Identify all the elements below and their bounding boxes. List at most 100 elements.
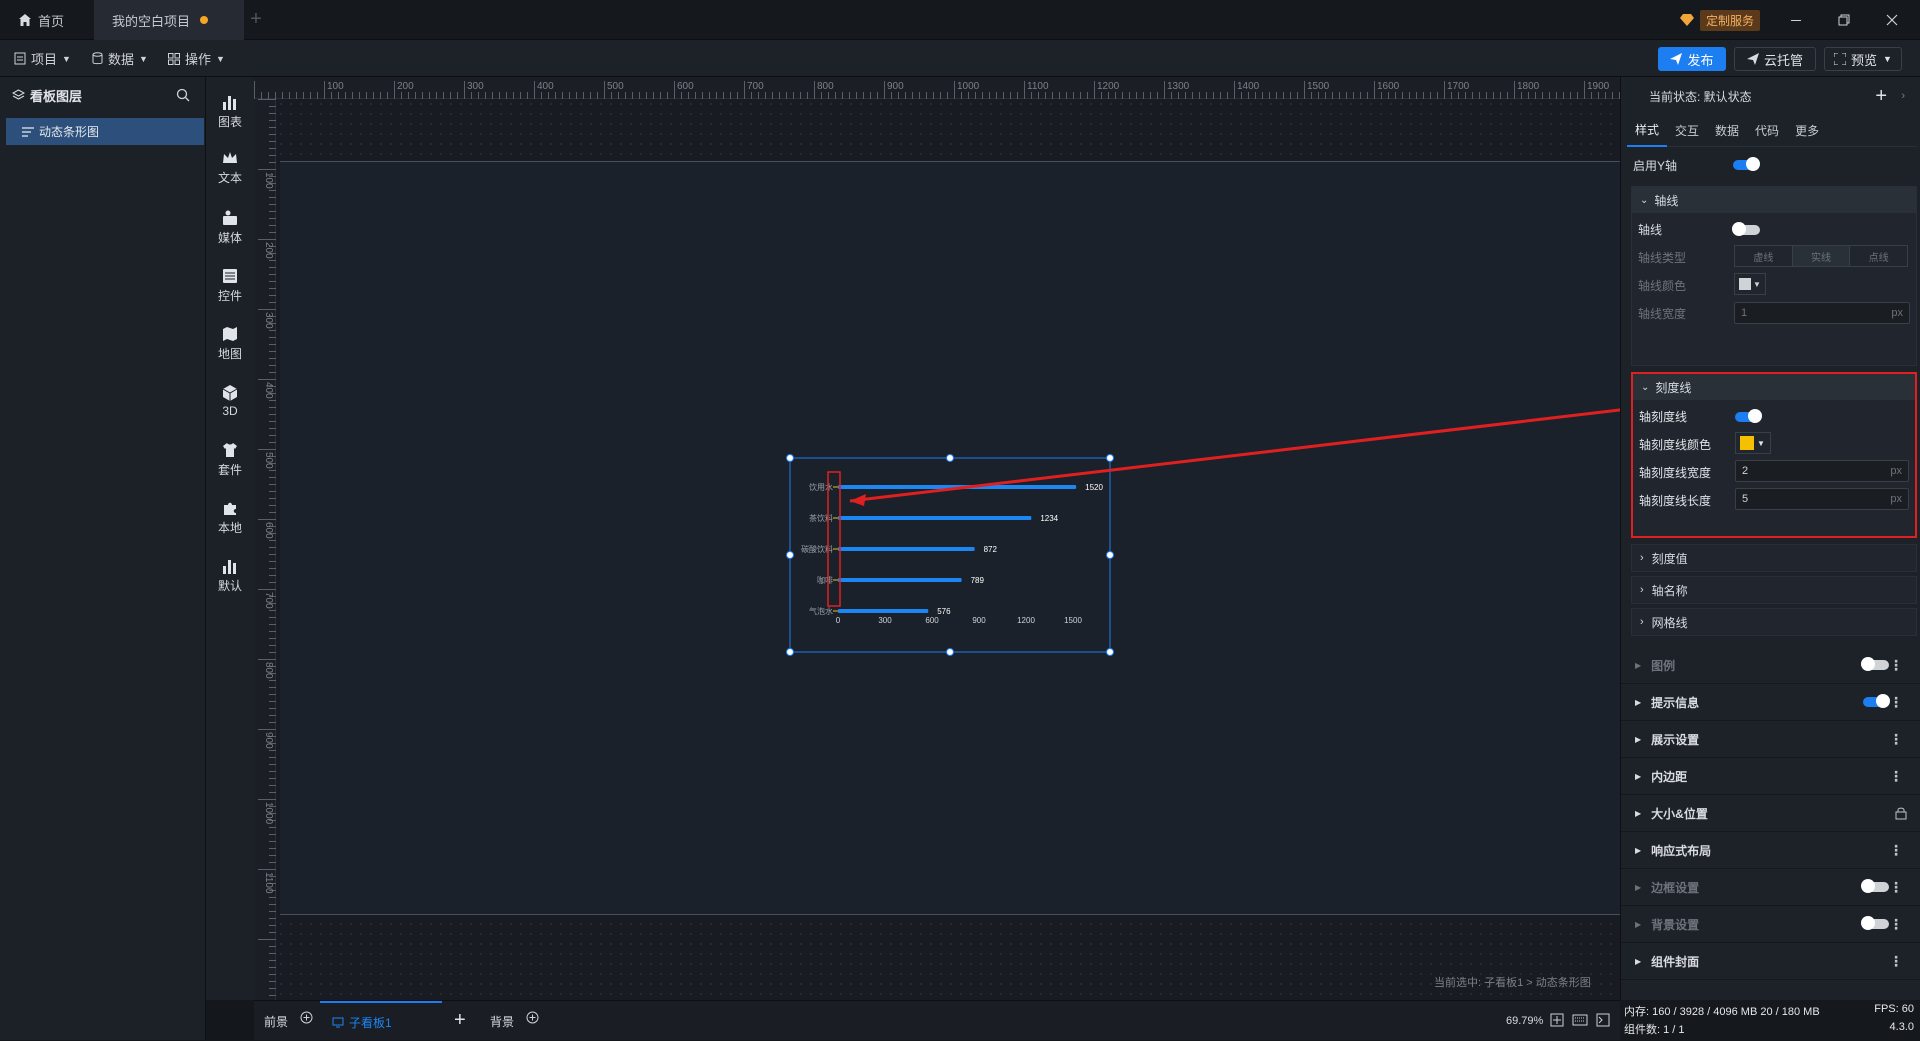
preview-button[interactable]: 预览 ▼ [1824,47,1902,71]
unit-label: px [1890,465,1902,477]
axis-line-toggle[interactable] [1732,222,1760,236]
component-local-label: 本地 [217,520,242,535]
component-media[interactable]: 媒体 [206,199,254,255]
line-type-dotted[interactable]: 点线 [1850,246,1907,266]
more-vertical-icon[interactable]: ⋮ [1889,842,1903,859]
resize-handle[interactable] [946,648,954,656]
resize-handle[interactable] [946,454,954,462]
more-vertical-icon[interactable]: ⋮ [1889,768,1903,785]
section-toggle[interactable] [1861,657,1889,671]
axis-line-color-picker[interactable]: ▼ [1734,273,1766,295]
restore-button[interactable] [1836,12,1852,28]
more-vertical-icon[interactable]: ⋮ [1889,694,1903,711]
terminal-icon[interactable] [1596,1013,1610,1027]
add-state-icon[interactable]: + [1875,85,1887,108]
menu-data[interactable]: 数据 ▼ [92,40,148,77]
add-board-button[interactable]: + [454,1009,466,1032]
line-type-solid[interactable]: 实线 [1792,246,1851,266]
collapsed-group-2[interactable]: › 网格线 [1631,608,1917,636]
component-default[interactable]: 默认 [206,547,254,603]
section-3[interactable]: ▶ 内边距 ⋮ [1621,758,1920,795]
tab-prop-1[interactable]: 交互 [1667,115,1707,147]
section-title: 图例 [1651,658,1676,673]
component-kits[interactable]: 套件 [206,431,254,487]
unsaved-dot [200,16,209,24]
fit-screen-icon[interactable] [1550,1013,1564,1027]
tab-foreground[interactable]: 前景 [264,1011,313,1030]
resize-handle[interactable] [1106,551,1114,559]
more-vertical-icon[interactable]: ⋮ [1889,953,1903,970]
shirt-icon [223,442,237,457]
section-5[interactable]: ▶ 响应式布局 ⋮ [1621,832,1920,869]
component-local[interactable]: 本地 [206,489,254,545]
axis-line-width-input[interactable]: 1 px [1734,302,1910,324]
component-maps[interactable]: 地图 [206,315,254,371]
component-charts[interactable]: 图表 [206,83,254,139]
section-toggle[interactable] [1863,694,1890,708]
collapsed-group-1[interactable]: › 轴名称 [1631,576,1917,604]
close-button[interactable] [1884,12,1900,28]
search-icon[interactable] [176,88,190,102]
more-vertical-icon[interactable]: ⋮ [1889,657,1903,674]
tab-project[interactable]: 我的空白项目 [94,0,244,40]
custom-service[interactable]: 定制服务 [1680,9,1761,31]
tab-home[interactable]: 首页 [0,0,92,40]
collapsed-group-0[interactable]: › 刻度值 [1631,544,1917,572]
cloud-host-button[interactable]: 云托管 [1734,47,1816,71]
keyboard-icon[interactable] [1572,1013,1588,1027]
publish-button[interactable]: 发布 [1658,47,1726,71]
tab-background[interactable]: 背景 [490,1011,539,1030]
publish-label: 发布 [1687,52,1714,68]
tick-length-input[interactable]: 5 px [1735,488,1909,510]
line-type-dashed[interactable]: 虚线 [1735,246,1793,266]
tick-enable-toggle[interactable] [1735,409,1762,423]
resize-handle[interactable] [786,648,794,656]
bar-chart-widget[interactable]: 饮用水 1520茶饮料 1234碳酸饮料 872咖啡 789气泡水 5760 300 600 9… [780,452,1120,660]
tab-prop-0[interactable]: 样式 [1627,115,1668,147]
more-vertical-icon[interactable]: ⋮ [1889,879,1903,896]
axis-line-group-header[interactable]: ⌄ 轴线 [1632,187,1916,213]
more-vertical-icon[interactable]: ⋮ [1889,731,1903,748]
ruler-label: 400 [537,81,554,92]
ruler-label: 1400 [1237,81,1260,92]
chevron-right-icon[interactable]: › [1901,90,1905,102]
tick-width-input[interactable]: 2 px [1735,460,1909,482]
resize-handle[interactable] [1106,648,1114,656]
minimize-button[interactable] [1788,12,1804,28]
section-toggle[interactable] [1861,916,1889,930]
lock-icon[interactable] [1895,807,1907,820]
component-count: 组件数: 1 / 1 [1624,1024,1685,1036]
resize-handle[interactable] [786,454,794,462]
color-swatch [1739,278,1751,290]
section-0[interactable]: ▶ 图例 ⋮ [1621,647,1920,684]
tab-prop-4[interactable]: 更多 [1787,115,1827,147]
tick-color-picker[interactable]: ▼ [1735,432,1771,454]
tab-prop-2[interactable]: 数据 [1707,115,1747,147]
add-circle-icon[interactable] [300,1011,313,1024]
component-text[interactable]: 文本 [206,139,254,195]
resize-handle[interactable] [1106,454,1114,462]
enable-y-axis-toggle[interactable] [1733,157,1760,171]
component-widgets[interactable]: 控件 [206,257,254,313]
section-8[interactable]: ▶ 组件封面 ⋮ [1621,943,1920,980]
section-2[interactable]: ▶ 展示设置 ⋮ [1621,721,1920,758]
section-6[interactable]: ▶ 边框设置 ⋮ [1621,869,1920,906]
menu-project[interactable]: 项目 ▼ [14,40,71,77]
layer-item[interactable]: 动态条形图 [6,118,204,145]
layers-title: 看板图层 [30,88,83,104]
section-4[interactable]: ▶ 大小&位置 [1621,795,1920,832]
section-7[interactable]: ▶ 背景设置 ⋮ [1621,906,1920,943]
tick-line-group-header[interactable]: ⌄ 刻度线 [1633,374,1915,400]
tab-prop-3[interactable]: 代码 [1747,115,1787,147]
section-1[interactable]: ▶ 提示信息 ⋮ [1621,684,1920,721]
menu-operate[interactable]: 操作 ▼ [168,40,225,77]
section-toggle[interactable] [1861,879,1889,893]
tab-sub-board[interactable]: 子看板1 [320,1001,442,1041]
ruler-label: 1300 [1167,81,1190,92]
axis-line-width-value: 1 [1741,307,1748,319]
resize-handle[interactable] [786,551,794,559]
component-3d[interactable]: 3D [206,373,254,429]
add-circle-icon[interactable] [526,1011,539,1024]
new-tab-button[interactable]: + [246,9,266,30]
more-vertical-icon[interactable]: ⋮ [1889,916,1903,933]
